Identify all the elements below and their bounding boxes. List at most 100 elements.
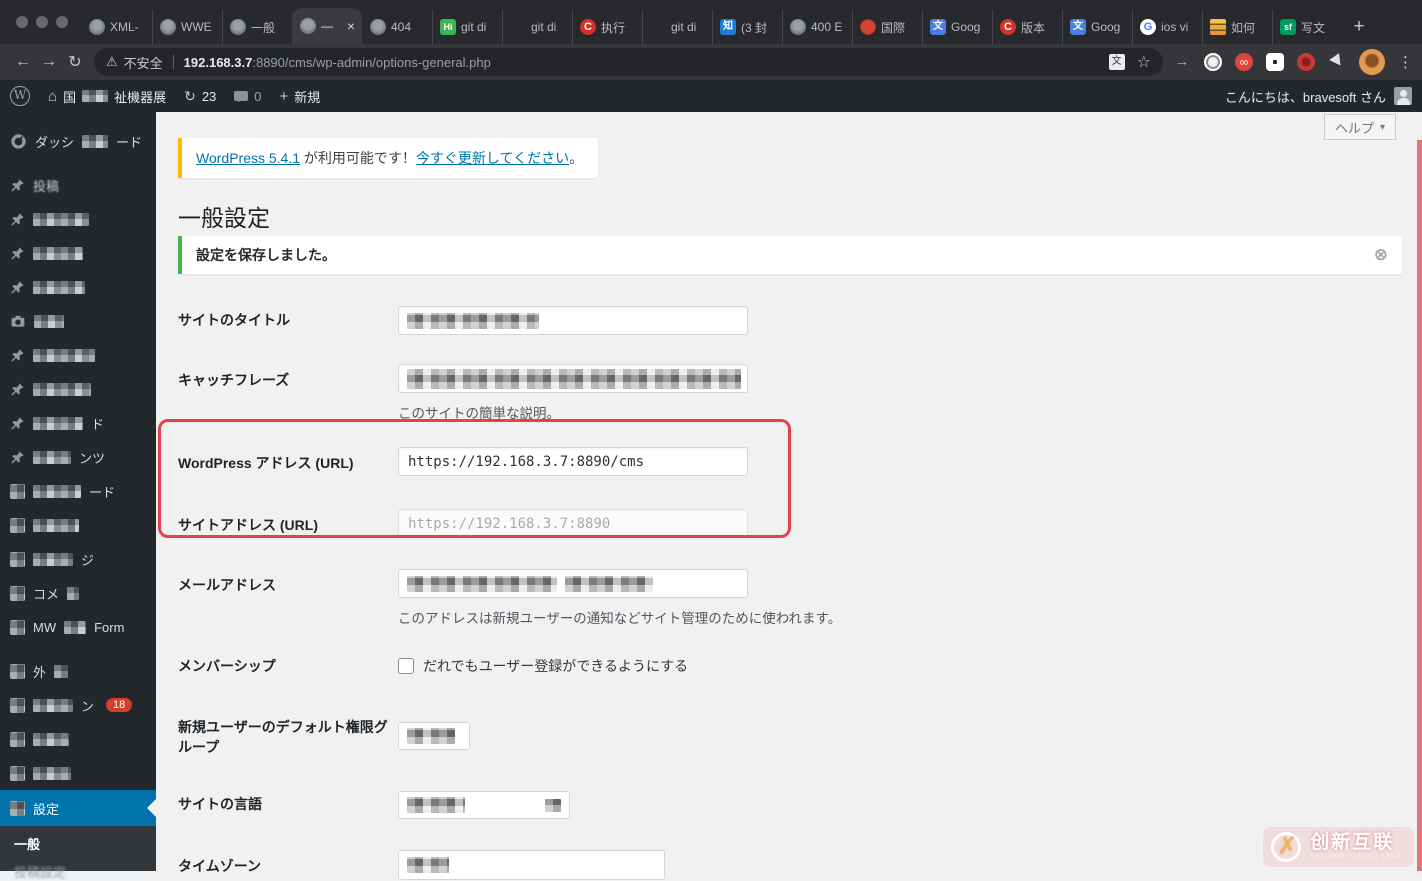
browser-tab[interactable]: git di [502, 10, 572, 44]
admin-bar-comments[interactable]: 0 [234, 89, 261, 104]
browser-tab[interactable]: 如何 [1202, 10, 1272, 44]
sidebar-item[interactable] [0, 270, 156, 304]
tab-favicon [1210, 19, 1226, 35]
browser-tab[interactable]: Goog [922, 10, 992, 44]
site-title-input[interactable] [398, 306, 748, 335]
reload-icon[interactable] [62, 52, 88, 72]
arrow-extension-icon[interactable] [1173, 53, 1191, 71]
plus-icon [280, 88, 289, 105]
home-icon [48, 88, 57, 105]
admin-bar-new[interactable]: 新規 [280, 87, 321, 106]
redacted-email [407, 576, 557, 592]
sidebar-item[interactable] [0, 304, 156, 338]
help-button[interactable]: ヘルプ [1324, 114, 1396, 140]
email-input[interactable] [398, 569, 748, 598]
dismiss-notice-icon[interactable] [1374, 245, 1388, 265]
tab-favicon [790, 19, 806, 35]
redacted-icon [10, 732, 25, 747]
new-tab-button[interactable]: + [1342, 16, 1376, 38]
sidebar-item[interactable] [0, 236, 156, 270]
pin-icon [10, 348, 25, 363]
browser-tab[interactable]: 写文 [1272, 10, 1342, 44]
watermark-badge: 创新互联 CHUANG XIN HU LIAN [1263, 827, 1414, 867]
media-icon [10, 313, 26, 329]
tab-title: git di [531, 20, 565, 34]
browser-tab[interactable]: XML- [82, 10, 152, 44]
wp-address-input[interactable] [398, 447, 748, 476]
tab-favicon [1280, 19, 1296, 35]
browser-tab[interactable]: 400 E [782, 10, 852, 44]
browser-tab[interactable]: git di [642, 10, 712, 44]
cursor-extension-icon[interactable] [1328, 53, 1346, 71]
sidebar-item[interactable]: MW Form [0, 610, 156, 644]
browser-tab[interactable]: (3 封 [712, 10, 782, 44]
window-close-button[interactable] [16, 16, 28, 28]
sidebar-item[interactable] [0, 756, 156, 790]
email-row: メールアドレス このアドレスは新規ユーザーの通知などサイト管理のために使われます… [178, 544, 1418, 638]
browser-tab[interactable]: 404 [362, 10, 432, 44]
wordpress-logo-icon[interactable]: W [10, 86, 30, 106]
redacted-icon [10, 766, 25, 781]
window-controls[interactable] [0, 0, 82, 44]
browser-profile-avatar[interactable] [1359, 49, 1385, 75]
wp-admin-bar: W 国 祉機器展 23 0 新規 こんにちは、bravesoft さん [0, 80, 1422, 112]
tagline-input[interactable] [398, 364, 748, 393]
address-bar[interactable]: 不安全 192.168.3.7 :8890/cms/wp-admin/optio… [94, 48, 1163, 76]
sidebar-item[interactable]: ジ [0, 542, 156, 576]
membership-checkbox[interactable] [398, 658, 414, 674]
browser-tab[interactable]: WWE [152, 10, 222, 44]
submenu-item-writing[interactable]: 投稿設定 [14, 862, 156, 881]
default-role-select[interactable] [398, 722, 470, 750]
browser-tab[interactable]: ios vi [1132, 10, 1202, 44]
bookmark-star-icon[interactable] [1137, 52, 1151, 72]
record-extension-icon[interactable] [1297, 53, 1315, 71]
forward-icon[interactable] [36, 53, 62, 71]
browser-tab[interactable]: — [292, 8, 362, 44]
redacted-label [54, 665, 68, 678]
tab-favicon [160, 19, 176, 35]
infinity-extension-icon[interactable] [1235, 53, 1253, 71]
language-select[interactable] [398, 791, 570, 819]
update-version-link[interactable]: WordPress 5.4.1 [196, 150, 300, 166]
translate-icon[interactable]: 文 [1109, 54, 1125, 70]
sidebar-item[interactable] [0, 202, 156, 236]
site-title-label: サイトのタイトル [178, 300, 398, 344]
browser-menu-icon[interactable] [1398, 53, 1408, 71]
window-minimize-button[interactable] [36, 16, 48, 28]
sidebar-item[interactable]: ン 18 [0, 688, 156, 722]
sidebar-item[interactable]: ンツ [0, 440, 156, 474]
browser-tab[interactable]: 国際 [852, 10, 922, 44]
sidebar-item[interactable]: 投稿 [0, 168, 156, 202]
timezone-select[interactable] [398, 850, 665, 880]
redacted-role-value [407, 728, 455, 744]
sidebar-item[interactable]: ド [0, 406, 156, 440]
security-label[interactable]: 不安全 [124, 53, 163, 72]
submenu-item-general[interactable]: 一般 [14, 834, 156, 853]
sidebar-item[interactable] [0, 508, 156, 542]
sidebar-item[interactable]: 設定 [0, 790, 156, 826]
tab-title: 国際 [881, 19, 915, 36]
sidebar-item[interactable]: ダッシ ード [0, 124, 156, 158]
redacted-label [82, 135, 108, 148]
sidebar-item[interactable] [0, 338, 156, 372]
sidebar-item[interactable] [0, 372, 156, 406]
admin-bar-site-name[interactable]: 国 祉機器展 [48, 87, 166, 106]
browser-tab[interactable]: git di [432, 10, 502, 44]
tab-close-icon[interactable] [347, 18, 355, 34]
admin-bar-account[interactable]: こんにちは、bravesoft さん [1225, 87, 1412, 106]
circle-extension-icon[interactable] [1204, 53, 1222, 71]
square-extension-icon[interactable] [1266, 53, 1284, 71]
sidebar-item[interactable]: 外 [0, 654, 156, 688]
window-zoom-button[interactable] [56, 16, 68, 28]
browser-tab[interactable]: 执行 [572, 10, 642, 44]
admin-bar-updates[interactable]: 23 [184, 88, 216, 105]
browser-tab[interactable]: 一般 [222, 10, 292, 44]
sidebar-item[interactable] [0, 722, 156, 756]
browser-tab-bar: XML- WWE 一般 — 404 [0, 0, 1422, 44]
update-now-link[interactable]: 今すぐ更新してください [416, 150, 569, 166]
browser-tab[interactable]: Goog [1062, 10, 1132, 44]
sidebar-item[interactable]: ード [0, 474, 156, 508]
sidebar-item[interactable]: コメ [0, 576, 156, 610]
browser-tab[interactable]: 版本 [992, 10, 1062, 44]
back-icon[interactable] [10, 53, 36, 71]
